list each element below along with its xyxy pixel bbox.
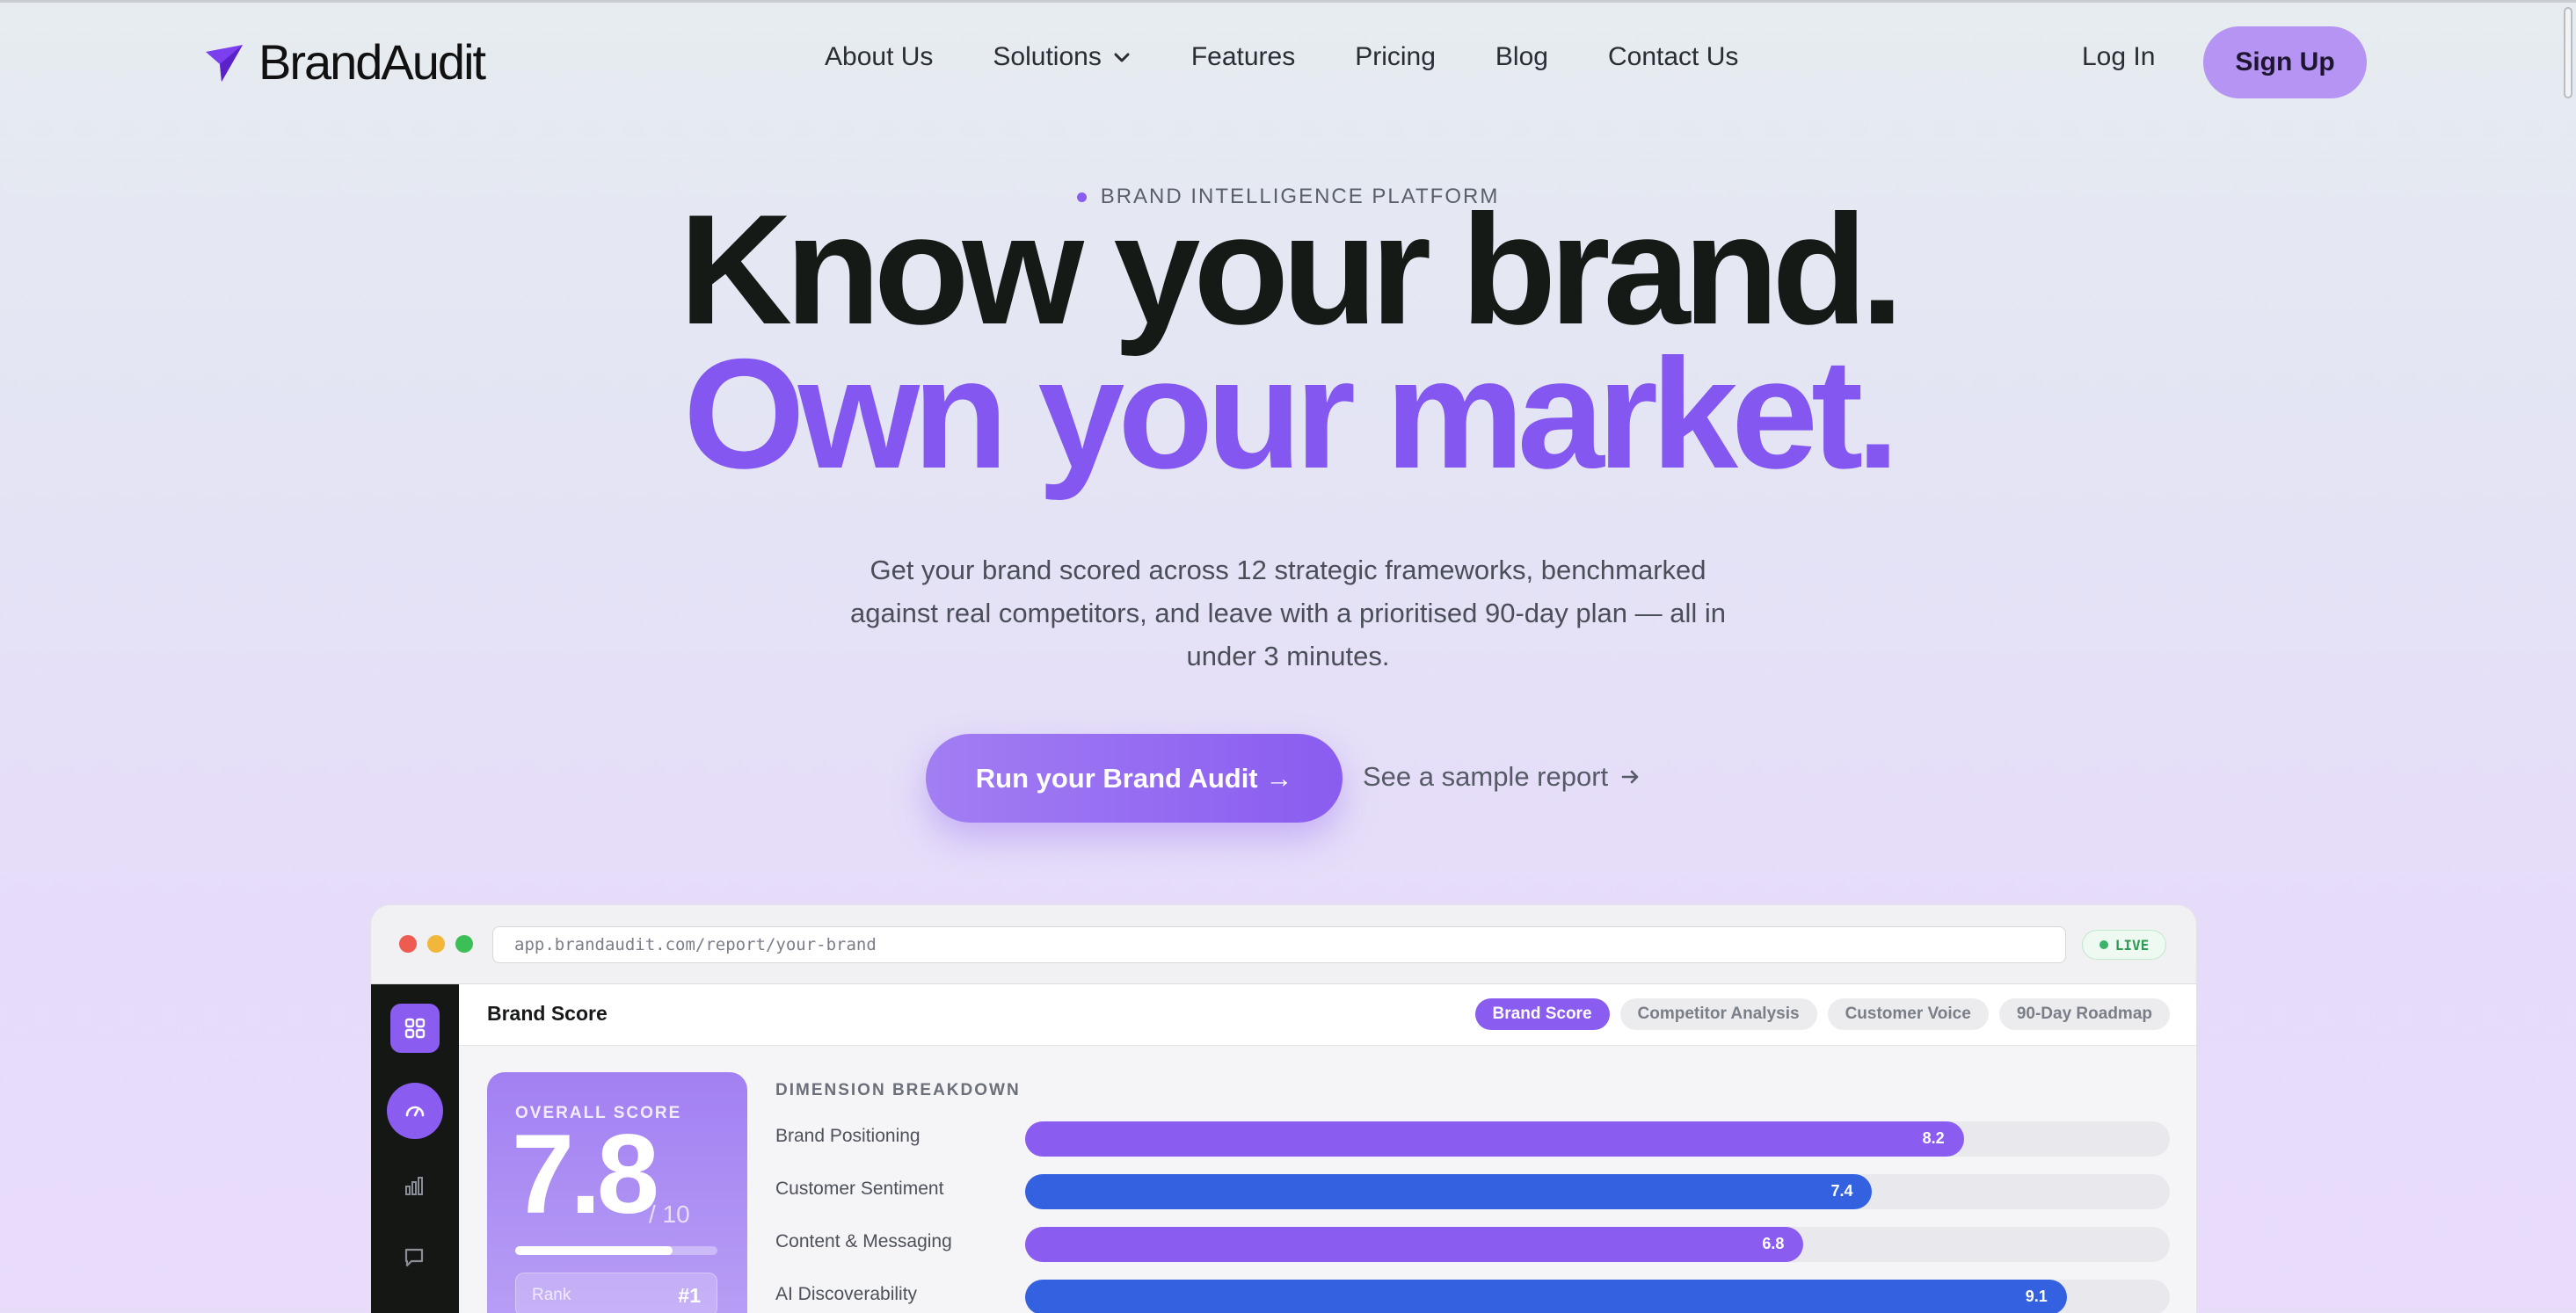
dimension-value: 8.2	[1922, 1129, 1945, 1147]
nav-links: About Us Solutions Features Pricing Blog…	[825, 42, 1798, 72]
bar-chart-icon	[405, 1177, 423, 1195]
sidebar-score-button[interactable]	[387, 1083, 443, 1139]
chat-icon	[404, 1248, 424, 1267]
report-title: Brand Score	[487, 1002, 608, 1025]
rank-label: Rank	[532, 1286, 571, 1304]
dimension-bar: 6.8	[1025, 1227, 1804, 1262]
tab-brand-score[interactable]: Brand Score	[1474, 998, 1610, 1030]
overall-score-card: OVERALL SCORE 7.8 / 10 Rank #1	[487, 1072, 747, 1313]
dimension-label: Customer Sentiment	[775, 1179, 944, 1199]
chevron-down-icon	[1114, 53, 1130, 62]
tab-customer-voice[interactable]: Customer Voice	[1827, 998, 1989, 1030]
gauge-icon	[405, 1106, 425, 1117]
signup-button[interactable]: Sign Up	[2203, 26, 2367, 98]
sidebar-messages-button[interactable]	[389, 1232, 440, 1283]
browser-chrome: app.brandaudit.com/report/your-brand LIV…	[371, 905, 2196, 984]
dimension-label: Brand Positioning	[775, 1126, 921, 1146]
overall-score-denominator: / 10	[649, 1201, 690, 1228]
dimension-row: Brand Positioning 8.2	[775, 1120, 2170, 1157]
dimension-track: 7.4	[1025, 1174, 2170, 1209]
dimension-row: Content & Messaging 6.8	[775, 1225, 2170, 1262]
sample-report-link[interactable]: See a sample report	[1363, 761, 1641, 793]
live-badge: LIVE	[2082, 930, 2166, 960]
hero-subtext: Get your brand scored across 12 strategi…	[850, 555, 1726, 671]
sidebar-analytics-button[interactable]	[389, 1160, 440, 1211]
dimension-track: 8.2	[1025, 1121, 2170, 1157]
tab-competitor-analysis[interactable]: Competitor Analysis	[1619, 998, 1817, 1030]
live-dot-icon	[2099, 940, 2108, 949]
dimension-track: 6.8	[1025, 1227, 2170, 1262]
overall-score-progress-fill	[515, 1246, 673, 1255]
report-tabs: Brand Score Competitor Analysis Customer…	[1474, 998, 2170, 1030]
tab-90-day-roadmap[interactable]: 90-Day Roadmap	[1998, 998, 2170, 1030]
dimension-bar: 7.4	[1025, 1174, 1873, 1209]
dimension-value: 9.1	[2025, 1288, 2048, 1305]
dimension-label: AI Discoverability	[775, 1284, 918, 1304]
app-sidebar	[371, 984, 459, 1313]
nav-solutions-label: Solutions	[993, 42, 1102, 71]
sidebar-home-button[interactable]	[390, 1004, 440, 1053]
dimension-row: AI Discoverability 9.1	[775, 1278, 2170, 1313]
minimize-dot-icon	[427, 935, 445, 953]
overall-score-value: 7.8	[512, 1112, 659, 1237]
hero-headline-accent: Own your market.	[683, 326, 1900, 501]
dimension-value: 6.8	[1762, 1235, 1785, 1252]
close-dot-icon	[399, 935, 417, 953]
dimension-breakdown-title: DIMENSION BREAKDOWN	[775, 1081, 1021, 1099]
grid-icon	[404, 1018, 426, 1039]
nav-solutions[interactable]: Solutions	[993, 42, 1131, 72]
dimension-track: 9.1	[1025, 1280, 2170, 1313]
dimension-bar: 8.2	[1025, 1121, 1964, 1157]
run-audit-button[interactable]: Run your Brand Audit →	[926, 734, 1343, 823]
rank-value: #1	[678, 1284, 701, 1307]
arrow-right-icon	[1621, 770, 1639, 784]
report-content: Brand Score Brand Score Competitor Analy…	[459, 984, 2196, 1313]
dimension-bar: 9.1	[1025, 1280, 2067, 1313]
live-label: LIVE	[2114, 936, 2150, 954]
report-topbar: Brand Score Brand Score Competitor Analy…	[459, 984, 2196, 1046]
login-link[interactable]: Log In	[2082, 42, 2155, 72]
nav-contact-us[interactable]: Contact Us	[1608, 42, 1738, 72]
logo[interactable]: BrandAudit	[202, 33, 486, 91]
overall-score-progress	[515, 1246, 717, 1255]
dimension-row: Customer Sentiment 7.4	[775, 1172, 2170, 1209]
nav-features[interactable]: Features	[1191, 42, 1295, 72]
address-bar[interactable]: app.brandaudit.com/report/your-brand	[492, 926, 2066, 963]
nav-about-us[interactable]: About Us	[825, 42, 933, 72]
rank-box: Rank #1	[515, 1273, 717, 1313]
sample-report-label: See a sample report	[1363, 761, 1609, 792]
logo-text: BrandAudit	[258, 34, 486, 90]
nav-blog[interactable]: Blog	[1495, 42, 1548, 72]
dimension-label: Content & Messaging	[775, 1231, 952, 1251]
paper-plane-icon	[206, 44, 243, 82]
app-preview: app.brandaudit.com/report/your-brand LIV…	[371, 905, 2196, 1313]
dimension-value: 7.4	[1830, 1182, 1853, 1200]
nav-pricing[interactable]: Pricing	[1355, 42, 1436, 72]
maximize-dot-icon	[455, 935, 473, 953]
top-nav: BrandAudit About Us Solutions Features P…	[0, 0, 2576, 123]
hero-headline-primary: Know your brand.	[679, 182, 1904, 357]
